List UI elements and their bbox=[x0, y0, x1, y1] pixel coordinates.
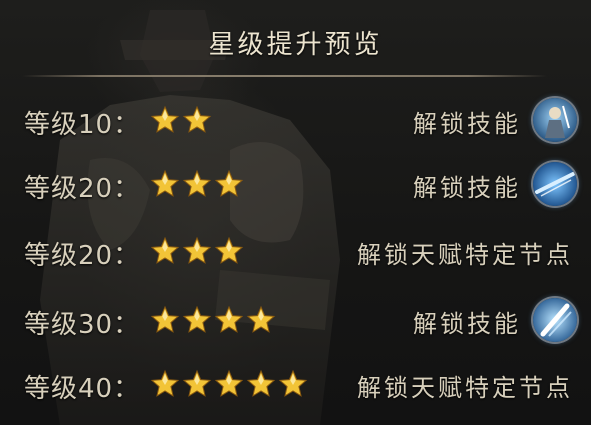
star-icon bbox=[182, 169, 212, 197]
star-rating bbox=[150, 305, 276, 335]
star-icon bbox=[150, 105, 180, 133]
skill-icon-swordsman[interactable] bbox=[533, 98, 577, 142]
star-upgrade-preview-panel: 星级提升预览 等级10： 解锁技能 等级20： 解锁技能 等级20： 解锁天赋特… bbox=[0, 0, 591, 425]
reward-label: 解锁技能 bbox=[413, 310, 521, 338]
reward-label: 解锁技能 bbox=[413, 110, 521, 138]
star-icon bbox=[214, 236, 244, 264]
title-divider bbox=[22, 75, 547, 77]
star-icon bbox=[214, 305, 244, 333]
level-row: 等级20： 解锁技能 bbox=[0, 162, 591, 206]
reward-label: 解锁天赋特定节点 bbox=[357, 241, 573, 269]
reward-label: 解锁天赋特定节点 bbox=[357, 374, 573, 402]
star-rating bbox=[150, 105, 212, 135]
star-icon bbox=[182, 236, 212, 264]
star-icon bbox=[246, 305, 276, 333]
level-label: 等级20： bbox=[24, 241, 141, 271]
star-icon bbox=[182, 105, 212, 133]
panel-title: 星级提升预览 bbox=[208, 30, 383, 60]
star-rating bbox=[150, 369, 308, 399]
level-label: 等级10： bbox=[24, 110, 141, 140]
star-icon bbox=[278, 369, 308, 397]
star-icon bbox=[150, 169, 180, 197]
background-warrior-art bbox=[40, 10, 340, 425]
level-row: 等级20： 解锁天赋特定节点 bbox=[0, 231, 591, 271]
star-icon bbox=[150, 305, 180, 333]
level-label: 等级30： bbox=[24, 310, 141, 340]
star-icon bbox=[182, 369, 212, 397]
star-rating bbox=[150, 169, 244, 199]
star-icon bbox=[214, 369, 244, 397]
star-rating bbox=[150, 236, 244, 266]
star-icon bbox=[214, 169, 244, 197]
star-icon bbox=[182, 305, 212, 333]
skill-icon-lance-charge[interactable] bbox=[533, 162, 577, 206]
star-icon bbox=[150, 369, 180, 397]
level-label: 等级20： bbox=[24, 174, 141, 204]
skill-icon-blade-strike[interactable] bbox=[533, 298, 577, 342]
star-icon bbox=[246, 369, 276, 397]
reward-label: 解锁技能 bbox=[413, 174, 521, 202]
level-row: 等级40： 解锁天赋特定节点 bbox=[0, 364, 591, 404]
level-row: 等级10： 解锁技能 bbox=[0, 98, 591, 142]
star-icon bbox=[150, 236, 180, 264]
level-row: 等级30： 解锁技能 bbox=[0, 298, 591, 342]
level-label: 等级40： bbox=[24, 374, 141, 404]
